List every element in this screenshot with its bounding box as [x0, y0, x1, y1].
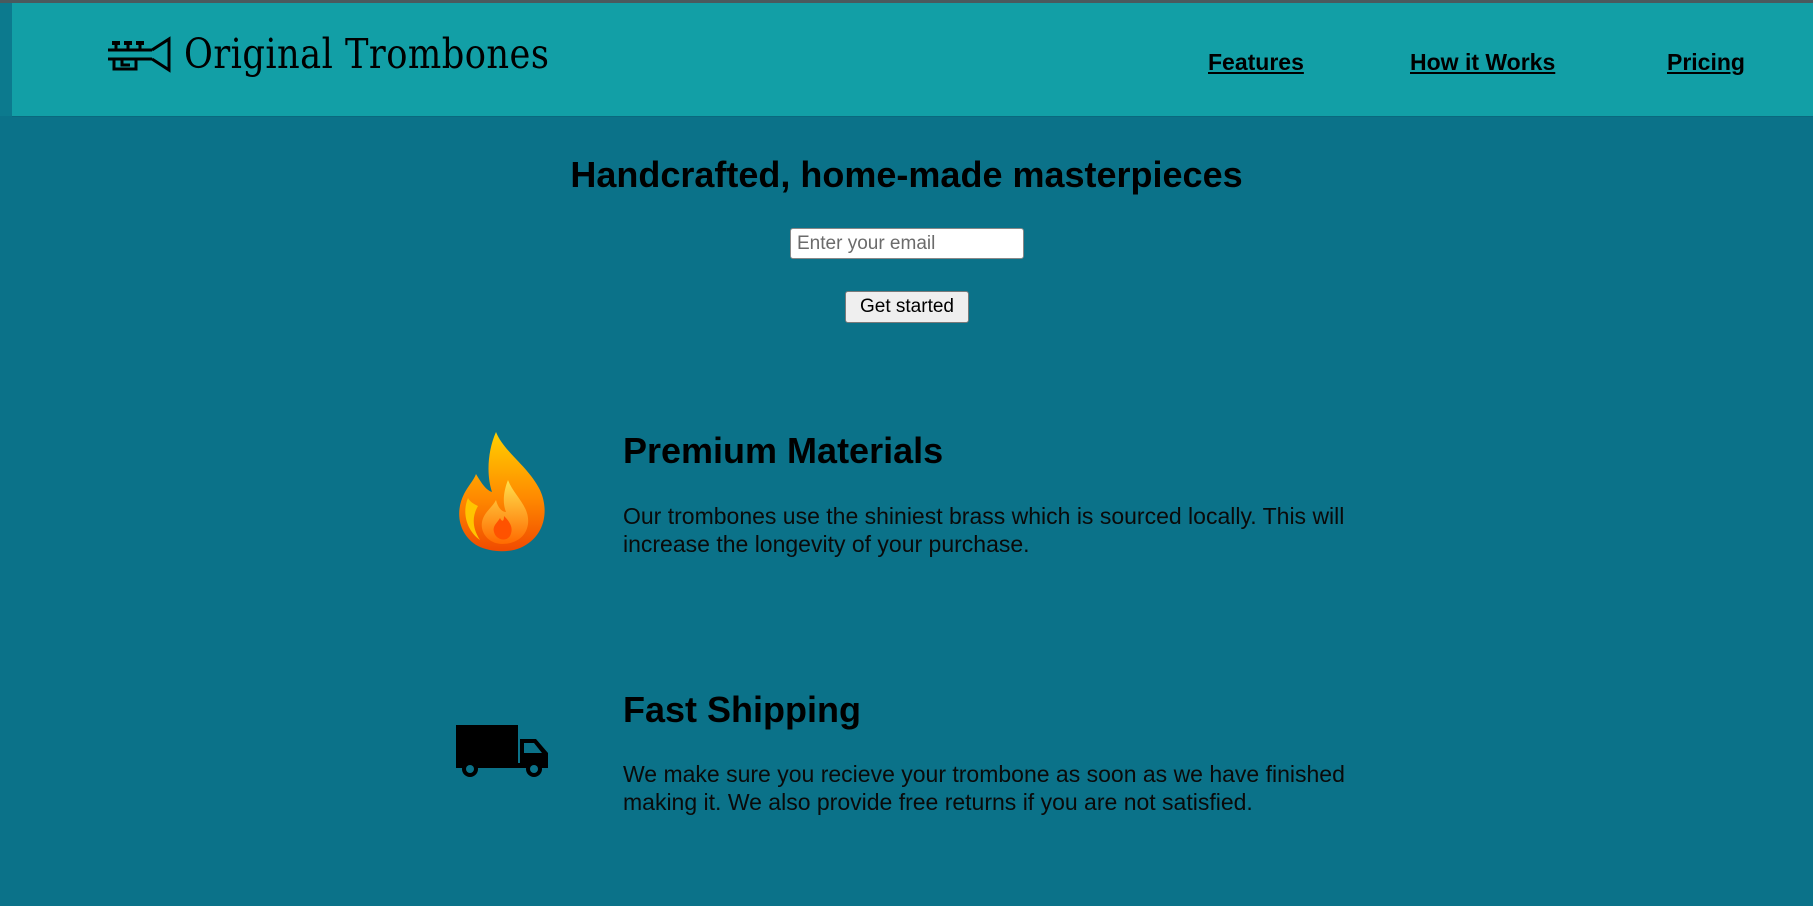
left-strip	[0, 3, 12, 116]
nav-link-pricing[interactable]: Pricing	[1667, 49, 1745, 76]
get-started-button[interactable]: Get started	[845, 291, 969, 323]
hero-title: Handcrafted, home-made masterpieces	[570, 154, 1243, 195]
nav-link-how-it-works[interactable]: How it Works	[1410, 49, 1555, 76]
nav-link-features[interactable]: Features	[1208, 49, 1304, 76]
feature-description: We make sure you recieve your trombone a…	[623, 761, 1345, 815]
trombone-icon	[108, 36, 171, 73]
brand-logo[interactable]: Original Trombones	[106, 33, 609, 75]
truck-icon	[456, 725, 548, 777]
brand-name: Original Trombones	[184, 29, 550, 78]
email-input[interactable]	[790, 228, 1024, 259]
feature-description: Our trombones use the shiniest brass whi…	[623, 503, 1345, 557]
feature-title: Fast Shipping	[623, 689, 861, 730]
feature-title: Premium Materials	[623, 430, 944, 471]
site-header: Original Trombones Features How it Works…	[12, 3, 1813, 116]
fire-icon	[459, 432, 545, 552]
